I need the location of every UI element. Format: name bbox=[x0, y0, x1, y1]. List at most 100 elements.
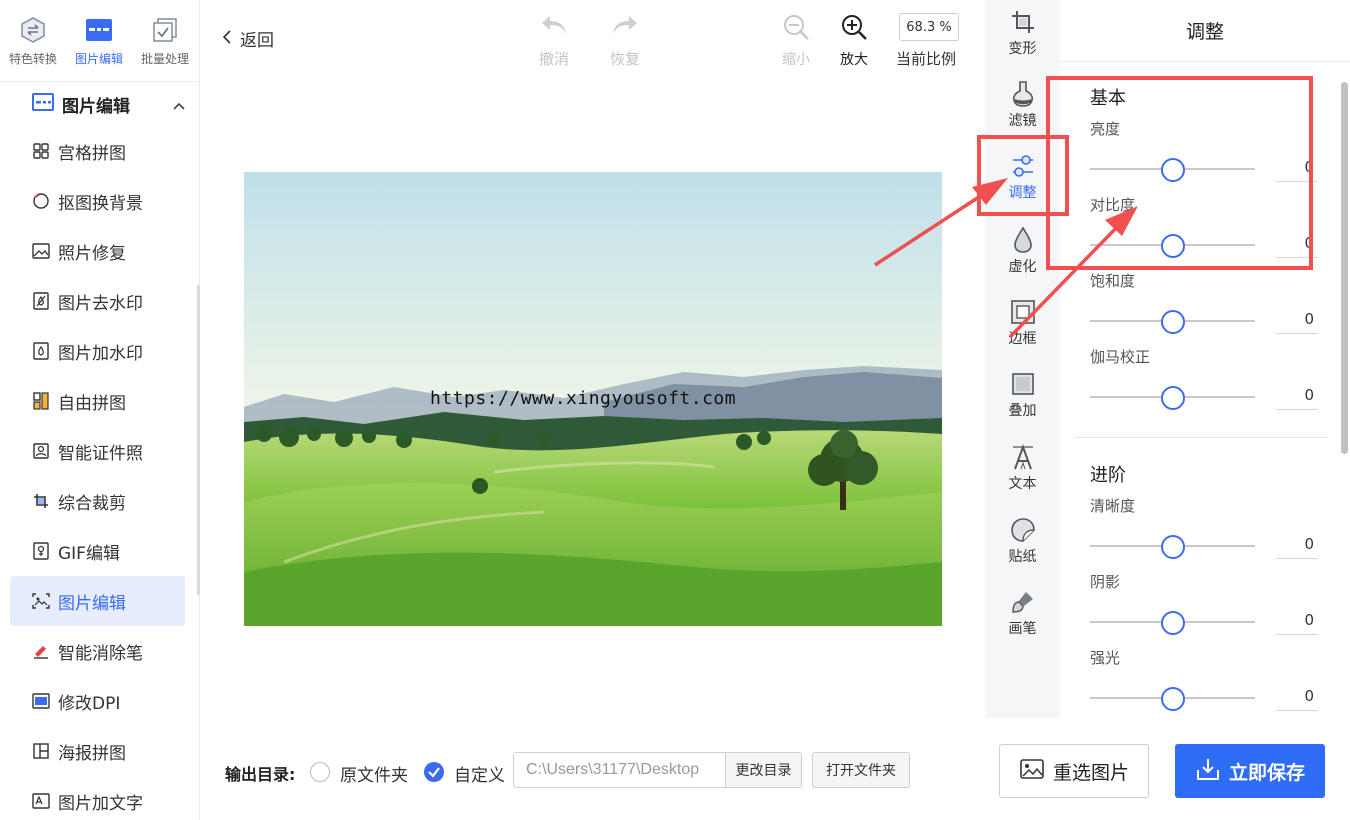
reselect-image-button[interactable]: 重选图片 bbox=[999, 744, 1149, 798]
slider-value[interactable]: 0 bbox=[1276, 683, 1318, 711]
sidebar-item-remove-watermark[interactable]: 图片去水印 bbox=[10, 276, 185, 326]
slider-thumb[interactable] bbox=[1160, 386, 1185, 410]
change-directory-button[interactable]: 更改目录 bbox=[725, 752, 802, 788]
highlight-slider[interactable]: 强光 0 bbox=[1090, 647, 1320, 711]
sidebar-item-image-edit[interactable]: 图片编辑 bbox=[10, 576, 185, 626]
open-folder-button[interactable]: 打开文件夹 bbox=[812, 752, 910, 788]
sidebar-item-gif-edit[interactable]: GIF编辑 bbox=[10, 526, 185, 576]
brush-icon bbox=[1009, 588, 1037, 616]
basic-group-title: 基本 bbox=[1090, 88, 1126, 109]
slider-thumb[interactable] bbox=[1160, 611, 1185, 635]
slider-value[interactable]: 0 bbox=[1276, 230, 1318, 258]
sidebar-item-photo-repair[interactable]: 照片修复 bbox=[10, 226, 185, 276]
sidebar-item-label: 抠图换背景 bbox=[58, 193, 143, 214]
zoom-out-button[interactable]: 缩小 bbox=[782, 13, 810, 69]
section-header[interactable]: 图片编辑 bbox=[0, 82, 199, 126]
tool-blur[interactable]: 虚化 bbox=[985, 226, 1060, 276]
text-icon bbox=[1009, 443, 1037, 471]
contrast-slider[interactable]: 对比度 0 bbox=[1090, 194, 1320, 258]
download-icon bbox=[1195, 756, 1221, 786]
tool-label: 滤镜 bbox=[1008, 113, 1037, 129]
check-icon bbox=[428, 767, 440, 778]
tab-label: 特色转换 bbox=[8, 52, 57, 66]
reselect-label: 重选图片 bbox=[1052, 761, 1129, 784]
slider-value[interactable]: 0 bbox=[1276, 306, 1318, 334]
slider-label: 伽马校正 bbox=[1090, 348, 1151, 366]
sidebar-item-label: 图片去水印 bbox=[58, 293, 143, 314]
tab-batch[interactable]: 批量处理 bbox=[132, 0, 198, 81]
zoom-in-label: 放大 bbox=[840, 52, 868, 68]
transform-icon bbox=[1009, 8, 1037, 36]
slider-value[interactable]: 0 bbox=[1276, 154, 1318, 182]
adjust-panel: 调整 基本 亮度 0 对比度 0 饱和度 0 伽马校正 0 进阶 清晰度 0 阴… bbox=[1060, 0, 1350, 718]
sidebar-item-grid-collage[interactable]: 宫格拼图 bbox=[10, 126, 185, 176]
shadow-slider[interactable]: 阴影 0 bbox=[1090, 571, 1320, 635]
saturation-slider[interactable]: 饱和度 0 bbox=[1090, 270, 1320, 334]
sidebar-item-free-collage[interactable]: 自由拼图 bbox=[10, 376, 185, 426]
radio-label-original[interactable]: 原文件夹 bbox=[340, 761, 408, 786]
sidebar-scrollbar[interactable] bbox=[197, 285, 200, 595]
slider-thumb[interactable] bbox=[1160, 158, 1185, 182]
tool-border[interactable]: 边框 bbox=[985, 298, 1060, 348]
tool-label: 画笔 bbox=[1008, 621, 1037, 637]
grid-icon bbox=[32, 142, 50, 160]
tool-label: 边框 bbox=[1008, 331, 1037, 347]
tab-feature-convert[interactable]: 特色转换 bbox=[0, 0, 66, 81]
sidebar-item-cutout[interactable]: 抠图换背景 bbox=[10, 176, 185, 226]
convert-icon bbox=[19, 16, 47, 44]
sidebar-item-add-watermark[interactable]: 图片加水印 bbox=[10, 326, 185, 376]
sidebar-item-crop[interactable]: 综合裁剪 bbox=[10, 476, 185, 526]
save-button[interactable]: 立即保存 bbox=[1175, 744, 1325, 798]
chevron-up-icon bbox=[173, 95, 185, 114]
radio-label-custom[interactable]: 自定义 bbox=[454, 761, 505, 786]
zoom-out-icon bbox=[782, 13, 810, 45]
panel-divider bbox=[1075, 437, 1327, 438]
sidebar-item-change-dpi[interactable]: 修改DPI bbox=[10, 676, 185, 726]
output-path-input[interactable]: C:\Users\31177\Desktop bbox=[513, 752, 727, 788]
tool-label: 贴纸 bbox=[1008, 549, 1037, 565]
gamma-slider[interactable]: 伽马校正 0 bbox=[1090, 346, 1320, 410]
slider-value[interactable]: 0 bbox=[1276, 607, 1318, 635]
undo-button[interactable]: 撤消 bbox=[538, 14, 570, 69]
slider-value[interactable]: 0 bbox=[1276, 531, 1318, 559]
redo-button[interactable]: 恢复 bbox=[609, 14, 641, 69]
back-button[interactable]: 返回 bbox=[222, 26, 274, 51]
tab-image-edit[interactable]: 图片编辑 bbox=[66, 0, 132, 81]
sidebar: 特色转换 图片编辑 批量处理 图片编辑 宫格拼图 抠图换背景 照片修复 图片去水… bbox=[0, 0, 200, 820]
image-icon bbox=[1019, 757, 1045, 785]
sidebar-item-smart-eraser[interactable]: 智能消除笔 bbox=[10, 626, 185, 676]
tool-sticker[interactable]: 贴纸 bbox=[985, 516, 1060, 566]
slider-thumb[interactable] bbox=[1160, 535, 1185, 559]
tool-strip: 变形 滤镜 调整 虚化 边框 叠加 文本 贴纸 画笔 bbox=[985, 0, 1060, 718]
tool-overlay[interactable]: 叠加 bbox=[985, 370, 1060, 420]
redo-icon bbox=[609, 14, 641, 42]
tool-label: 调整 bbox=[1008, 185, 1037, 201]
tool-transform[interactable]: 变形 bbox=[985, 8, 1060, 58]
tool-brush[interactable]: 画笔 bbox=[985, 588, 1060, 638]
sidebar-item-label: GIF编辑 bbox=[58, 543, 120, 564]
brightness-slider[interactable]: 亮度 0 bbox=[1090, 118, 1320, 182]
slider-thumb[interactable] bbox=[1160, 234, 1185, 258]
tool-text[interactable]: 文本 bbox=[985, 443, 1060, 493]
sidebar-item-poster-collage[interactable]: 海报拼图 bbox=[10, 726, 185, 776]
chevron-left-icon bbox=[222, 29, 232, 49]
clarity-slider[interactable]: 清晰度 0 bbox=[1090, 495, 1320, 559]
sidebar-item-label: 宫格拼图 bbox=[58, 143, 126, 164]
tool-adjust[interactable]: 调整 bbox=[985, 152, 1060, 202]
slider-value[interactable]: 0 bbox=[1276, 382, 1318, 410]
slider-thumb[interactable] bbox=[1160, 687, 1185, 711]
sidebar-item-label: 智能消除笔 bbox=[58, 643, 143, 664]
image-canvas[interactable]: https://www.xingyousoft.com bbox=[244, 172, 942, 626]
sidebar-item-add-text[interactable]: 图片加文字 bbox=[10, 776, 185, 820]
sidebar-item-id-photo[interactable]: 智能证件照 bbox=[10, 426, 185, 476]
panel-scrollbar[interactable] bbox=[1341, 82, 1348, 454]
adjust-icon bbox=[1009, 152, 1037, 180]
zoom-in-button[interactable]: 放大 bbox=[840, 13, 868, 69]
id-photo-icon bbox=[32, 442, 50, 460]
zoom-percentage[interactable]: 68.3 % bbox=[899, 13, 959, 41]
slider-thumb[interactable] bbox=[1160, 310, 1185, 334]
undo-icon bbox=[538, 14, 570, 42]
radio-original-folder[interactable] bbox=[310, 762, 330, 782]
radio-custom[interactable] bbox=[424, 762, 444, 782]
tool-filter[interactable]: 滤镜 bbox=[985, 80, 1060, 130]
